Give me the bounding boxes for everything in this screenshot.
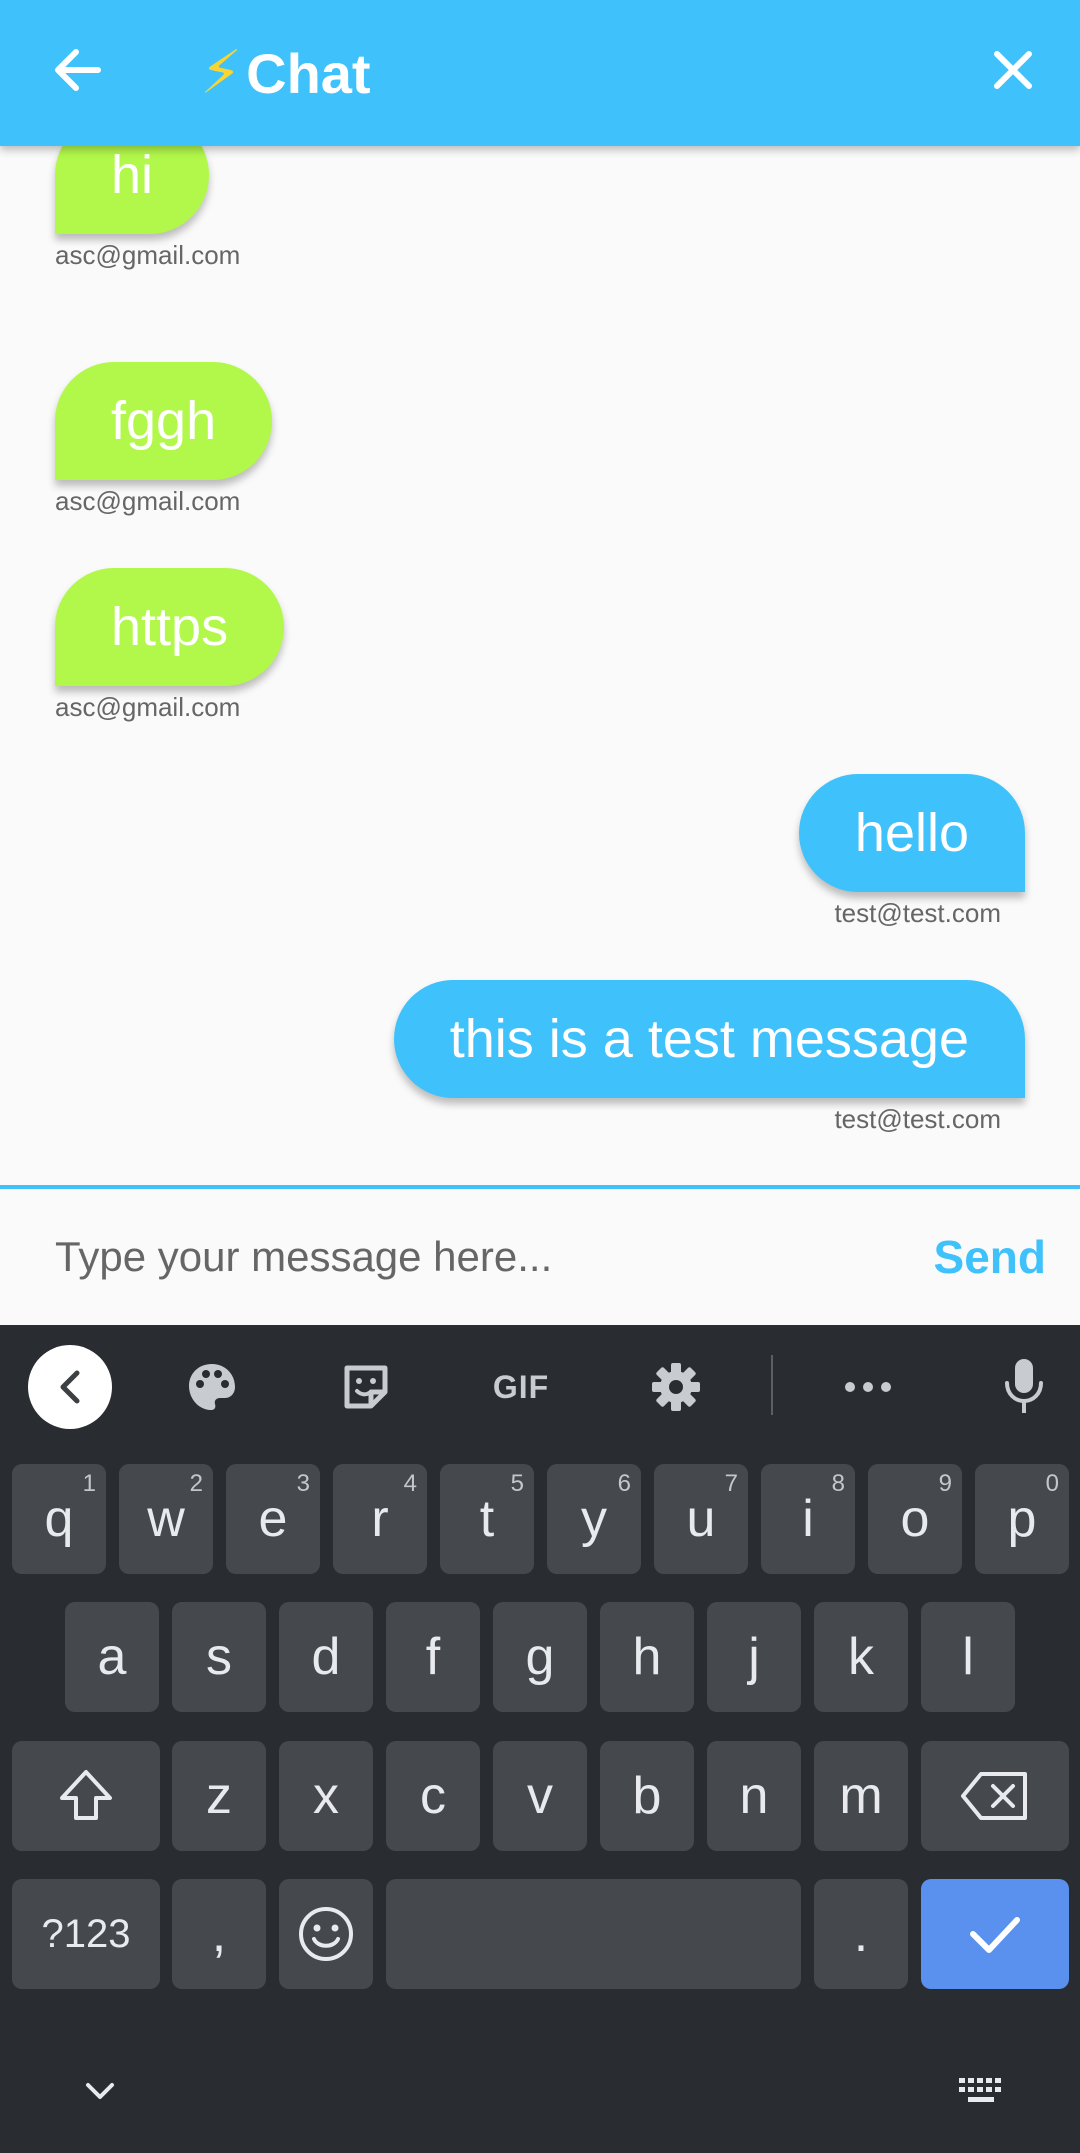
key-h[interactable]: h (600, 1602, 694, 1712)
message-sender: test@test.com (834, 898, 1001, 928)
message-sender: asc@gmail.com (55, 692, 241, 722)
key-p[interactable]: p0 (975, 1464, 1069, 1574)
message-sender: asc@gmail.com (55, 240, 241, 270)
app-bar: ⚡ Chat (0, 0, 1080, 146)
palette-icon (189, 1364, 235, 1410)
voice-input-button[interactable] (982, 1345, 1066, 1429)
key-a[interactable]: a (65, 1602, 159, 1712)
keyboard-nav-row (0, 2025, 1080, 2153)
key-r[interactable]: r4 (333, 1464, 427, 1574)
key-s[interactable]: s (172, 1602, 266, 1712)
emoji-icon (299, 1907, 353, 1961)
close-icon (994, 51, 1032, 89)
key-m[interactable]: m (814, 1741, 908, 1851)
key-x[interactable]: x (279, 1741, 373, 1851)
key-j[interactable]: j (707, 1602, 801, 1712)
key-u[interactable]: u7 (654, 1464, 748, 1574)
page-title-text: Chat (246, 41, 371, 105)
key-b[interactable]: b (600, 1741, 694, 1851)
key-w[interactable]: w2 (119, 1464, 213, 1574)
microphone-icon (1005, 1359, 1043, 1413)
chevron-left-icon (60, 1370, 80, 1404)
check-icon (970, 1917, 1020, 1953)
send-button[interactable]: Send (934, 1219, 1046, 1295)
message-item: hi asc@gmail.com (55, 146, 240, 271)
chevron-down-icon (86, 2083, 114, 2099)
message-bubble: this is a test message (393, 980, 1025, 1098)
space-key[interactable] (386, 1879, 801, 1989)
key-z[interactable]: z (172, 1741, 266, 1851)
message-sender: asc@gmail.com (55, 486, 241, 516)
key-d[interactable]: d (279, 1602, 373, 1712)
key-o[interactable]: o9 (868, 1464, 962, 1574)
keyboard-icon (959, 2078, 1001, 2102)
backspace-icon (961, 1772, 1027, 1820)
message-composer: Send (0, 1189, 1080, 1325)
message-item: hello test@test.com (798, 774, 1025, 929)
settings-button[interactable] (634, 1345, 718, 1429)
key-v[interactable]: v (493, 1741, 587, 1851)
more-horiz-icon (845, 1382, 891, 1392)
message-sender: test@test.com (834, 1104, 1001, 1134)
key-k[interactable]: k (814, 1602, 908, 1712)
message-item: this is a test message test@test.com (393, 980, 1025, 1135)
key-f[interactable]: f (386, 1602, 480, 1712)
close-button[interactable] (976, 33, 1050, 107)
switch-keyboard-button[interactable] (942, 2061, 1022, 2121)
key-i[interactable]: i8 (761, 1464, 855, 1574)
gif-label: GIF (492, 1368, 550, 1405)
shift-icon (60, 1770, 112, 1820)
keyboard-toolbar: GIF (0, 1325, 1080, 1445)
back-button[interactable] (40, 33, 114, 107)
key-n[interactable]: n (707, 1741, 801, 1851)
toolbar-divider (771, 1355, 773, 1415)
enter-key[interactable] (921, 1879, 1069, 1989)
shift-key[interactable] (12, 1741, 160, 1851)
message-input[interactable] (55, 1219, 855, 1295)
message-bubble: hello (798, 774, 1025, 892)
lightning-icon: ⚡ (200, 39, 243, 106)
key-c[interactable]: c (386, 1741, 480, 1851)
key-l[interactable]: l (921, 1602, 1015, 1712)
arrow-back-icon (55, 49, 101, 91)
message-list[interactable]: hi asc@gmail.com fggh asc@gmail.com http… (0, 146, 1080, 1186)
message-bubble: fggh (55, 362, 273, 480)
comma-key[interactable]: , (172, 1879, 266, 1989)
hide-keyboard-button[interactable] (60, 2061, 140, 2121)
more-button[interactable] (826, 1345, 910, 1429)
emoji-key[interactable] (279, 1879, 373, 1989)
message-bubble: https (55, 568, 285, 686)
message-item: https asc@gmail.com (55, 568, 285, 723)
message-item: fggh asc@gmail.com (55, 362, 273, 517)
soft-keyboard: GIF q 1 w 2 e 3 r 4 t 5 y 6 u 7 i 8 o 9 … (0, 1325, 1080, 2153)
period-key[interactable]: . (814, 1879, 908, 1989)
sticker-button[interactable] (324, 1345, 408, 1429)
key-e[interactable]: e3 (226, 1464, 320, 1574)
gif-button[interactable]: GIF (479, 1345, 563, 1429)
theme-button[interactable] (170, 1345, 254, 1429)
key-q[interactable]: q1 (12, 1464, 106, 1574)
page-title: ⚡ Chat (200, 36, 371, 110)
key-y[interactable]: y6 (547, 1464, 641, 1574)
key-t[interactable]: t5 (440, 1464, 534, 1574)
key-g[interactable]: g (493, 1602, 587, 1712)
sticker-icon (344, 1365, 388, 1409)
symbols-key[interactable]: ?123 (12, 1879, 160, 1989)
toolbar-back-button[interactable] (28, 1345, 112, 1429)
message-bubble: hi (55, 146, 210, 234)
backspace-key[interactable] (921, 1741, 1069, 1851)
gear-icon (652, 1363, 700, 1411)
